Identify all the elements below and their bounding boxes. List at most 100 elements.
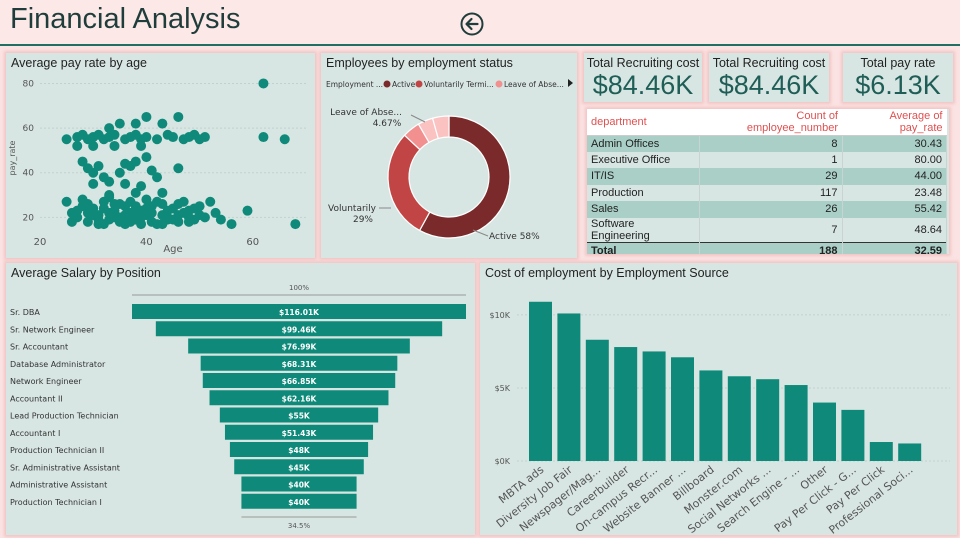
scatter-point [136, 140, 147, 151]
legend-marker [495, 80, 503, 88]
column-bar [529, 301, 552, 461]
funnel-value-label: $66.85K [282, 377, 318, 386]
funnel-category-label: Production Technician II [10, 446, 104, 455]
funnel-category-label: Production Technician I [10, 498, 102, 507]
scatter-point [72, 205, 83, 216]
kpi-card-3-value: $6.13K [855, 70, 941, 100]
y-tick-label: $5K [495, 384, 511, 393]
scatter-chart: 20 40 60 80 20 40 60 Age pay_rate [8, 78, 306, 255]
scatter-point [98, 219, 109, 230]
cell-count: 29 [699, 168, 843, 185]
kpi-card-1: Total Recruiting cost $84.46K [584, 53, 702, 102]
cell-avg-pay: 30.43 [842, 135, 947, 152]
kpi-card-1-title: Total Recruiting cost [586, 56, 700, 70]
kpi-card-3: Total pay rate $6.13K [843, 53, 953, 102]
scatter-point [242, 205, 253, 216]
funnel-category-label: Sr. Accountant [10, 343, 68, 352]
slice-label-leave: Leave of Abse... [330, 108, 402, 118]
y-tick-label: 80 [23, 79, 35, 89]
kpi-card-1-value: $84.46K [592, 70, 694, 100]
scatter-point [130, 207, 141, 218]
cell-count: 8 [699, 135, 843, 152]
funnel-category-label: Accountant I [10, 429, 60, 438]
column-bar [699, 370, 723, 461]
table-row: Admin Offices 8 30.43 [587, 135, 947, 152]
scatter-point [82, 207, 93, 218]
funnel-value-label: $40K [288, 481, 311, 490]
scatter-point [93, 161, 104, 172]
scatter-point [205, 196, 216, 207]
column-bar [869, 442, 893, 461]
x-tick-label: 20 [34, 237, 47, 248]
table-row: IT/IS 29 44.00 [587, 168, 947, 185]
table-row: Sales 26 55.42 [587, 201, 947, 218]
column-header-avg-pay[interactable]: Average of pay_rate [842, 109, 947, 136]
scatter-point [125, 216, 136, 227]
x-tick-label: 40 [140, 237, 153, 248]
scatter-point [215, 214, 226, 225]
scatter-point [61, 196, 72, 207]
y-tick-label: 60 [23, 124, 35, 134]
back-arrow-icon[interactable] [460, 12, 484, 36]
slice-label-active: Active 58% [489, 232, 540, 242]
funnel-category-label: Lead Production Technician [10, 412, 119, 421]
x-axis-label: Age [163, 244, 182, 255]
column-header-department[interactable]: department [587, 109, 699, 136]
legend-item: Leave of Abse... [504, 80, 564, 89]
department-table: department Count of employee_number Aver… [587, 109, 947, 254]
funnel-value-label: $55K [288, 412, 311, 421]
column-bar [813, 402, 836, 461]
cell-total-avg-pay: 32.59 [842, 241, 947, 254]
column-bar [557, 313, 581, 461]
scatter-point [141, 210, 152, 221]
scatter-point [125, 196, 136, 207]
slice-label-voluntary: Voluntarily [328, 204, 377, 214]
slice-label-leave-pct: 4.67% [373, 119, 402, 129]
legend-item: Active [392, 80, 416, 89]
page-title: Financial Analysis [10, 3, 241, 35]
donut-slice [387, 134, 431, 232]
scatter-point [120, 178, 131, 189]
scatter-point [109, 198, 120, 209]
scatter-point [136, 219, 147, 230]
scatter-point [136, 181, 147, 192]
funnel-value-label: $40K [288, 498, 311, 507]
funnel-category-label: Sr. Administrative Assistant [10, 463, 120, 472]
cell-department: Executive Office [587, 151, 700, 168]
column-bar [727, 376, 751, 461]
x-tick-label: 60 [246, 237, 259, 248]
table-total-row: Total 188 32.59 [587, 241, 947, 254]
scatter-point [173, 163, 184, 174]
scatter-point [130, 118, 141, 129]
bar-chart: $0K$5K$10KMBTA adsDiversity Job FairNews… [489, 301, 950, 535]
leader-line [410, 114, 426, 123]
legend-item: Voluntarily Termi... [424, 80, 494, 89]
scatter-point [226, 219, 237, 230]
scatter-point [194, 201, 205, 212]
cell-department: Production [587, 184, 700, 201]
scatter-point [258, 132, 269, 143]
scatter-panel: Average pay rate by age 20 40 60 80 20 40 60 Ag… [6, 53, 315, 258]
table-row: Executive Office 1 80.00 [587, 151, 947, 168]
scatter-point [88, 140, 99, 151]
funnel-value-label: $51.43K [282, 429, 318, 438]
column-header-count[interactable]: Count of employee_number [699, 109, 842, 136]
legend-marker [383, 80, 391, 88]
legend-marker [415, 80, 423, 88]
funnel-bottom-label: 34.5% [288, 522, 311, 530]
cell-count: 26 [699, 201, 843, 218]
scatter-point [88, 178, 99, 189]
table-row: Production 117 23.48 [587, 184, 947, 201]
cell-count: 7 [699, 217, 843, 242]
scatter-point [104, 123, 115, 134]
column-bar [898, 443, 922, 461]
scatter-point [141, 152, 152, 163]
y-tick-label: 20 [23, 213, 35, 223]
cell-department: Sales [587, 201, 700, 218]
column-bar [642, 351, 666, 461]
y-tick-label: $0K [495, 457, 511, 466]
cell-count: 1 [699, 151, 843, 168]
funnel-category-label: Administrative Assistant [10, 481, 107, 490]
kpi-card-2-value: $84.46K [718, 70, 820, 100]
funnel-category-label: Network Engineer [10, 377, 82, 386]
